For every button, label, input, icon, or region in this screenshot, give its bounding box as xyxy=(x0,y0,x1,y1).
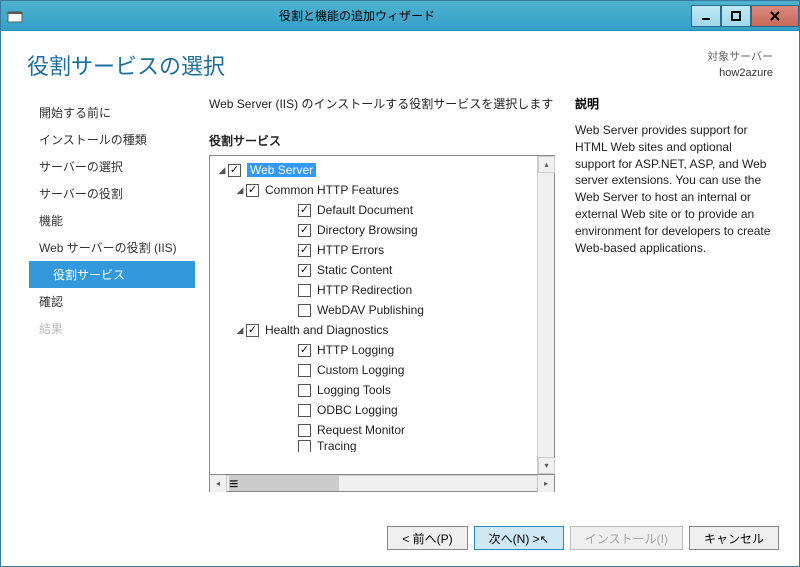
scroll-left-arrow[interactable]: ◂ xyxy=(210,475,227,492)
checkbox[interactable]: ✓ xyxy=(298,264,311,277)
tree-node-label[interactable]: Web Server xyxy=(247,163,316,177)
tree-row[interactable]: ◢✓ Health and Diagnostics xyxy=(210,320,537,340)
tree-row[interactable]: HTTP Redirection xyxy=(210,280,537,300)
wizard-window: 役割と機能の追加ウィザード 役割サービスの選択 対象サーバー how2azure… xyxy=(0,0,800,567)
tree-node-label[interactable]: Default Document xyxy=(317,203,413,217)
sidebar-item[interactable]: サーバーの役割 xyxy=(25,180,195,207)
tree-node-label[interactable]: ODBC Logging xyxy=(317,403,398,417)
scroll-thumb[interactable]: ≡ xyxy=(229,476,339,491)
tree-node-label[interactable]: Common HTTP Features xyxy=(265,183,399,197)
scroll-right-arrow[interactable]: ▸ xyxy=(537,475,554,492)
sidebar-item[interactable]: Web サーバーの役割 (IIS) xyxy=(25,234,195,261)
center-column: Web Server (IIS) のインストールする役割サービスを選択します 役… xyxy=(195,95,575,516)
tree-node-label[interactable]: Tracing xyxy=(317,440,357,452)
install-button: インストール(I) xyxy=(570,526,683,550)
sidebar-item[interactable]: 開始する前に xyxy=(25,99,195,126)
instruction-text: Web Server (IIS) のインストールする役割サービスを選択します xyxy=(209,95,555,112)
checkbox[interactable] xyxy=(298,384,311,397)
tree-row[interactable]: ODBC Logging xyxy=(210,400,537,420)
description-body: Web Server provides support for HTML Web… xyxy=(575,122,775,256)
checkbox[interactable] xyxy=(298,424,311,437)
next-button[interactable]: 次へ(N) >↖ xyxy=(474,526,564,550)
checkbox[interactable]: ✓ xyxy=(228,164,241,177)
tree-node-label[interactable]: Health and Diagnostics xyxy=(265,323,388,337)
maximize-button[interactable] xyxy=(721,5,751,27)
expander-icon[interactable]: ◢ xyxy=(216,165,228,176)
tree-row[interactable]: ◢✓ Common HTTP Features xyxy=(210,180,537,200)
tree-node-label[interactable]: HTTP Errors xyxy=(317,243,384,257)
horizontal-scrollbar[interactable]: ◂ ≡ ▸ xyxy=(209,475,555,492)
body: 役割サービスの選択 対象サーバー how2azure 開始する前にインストールの… xyxy=(1,31,799,566)
tree-row[interactable]: ✓ HTTP Errors xyxy=(210,240,537,260)
checkbox[interactable]: ✓ xyxy=(246,184,259,197)
expander-icon[interactable]: ◢ xyxy=(234,185,246,196)
checkbox[interactable] xyxy=(298,304,311,317)
tree-row[interactable]: ✓ Directory Browsing xyxy=(210,220,537,240)
header-row: 役割サービスの選択 対象サーバー how2azure xyxy=(1,31,799,95)
tree-node-label[interactable]: Static Content xyxy=(317,263,392,277)
checkbox[interactable] xyxy=(298,440,311,452)
page-title: 役割サービスの選択 xyxy=(27,49,225,81)
cursor-icon: ↖ xyxy=(540,534,549,546)
scroll-up-arrow[interactable]: ▴ xyxy=(538,156,555,173)
target-server-name: how2azure xyxy=(707,66,773,81)
roles-tree[interactable]: ◢✓Web Server◢✓Common HTTP Features✓Defau… xyxy=(210,156,537,474)
close-button[interactable] xyxy=(751,5,799,27)
tree-node-label[interactable]: WebDAV Publishing xyxy=(317,303,424,317)
minimize-button[interactable] xyxy=(691,5,721,27)
wizard-sidebar: 開始する前にインストールの種類サーバーの選択サーバーの役割機能Web サーバーの… xyxy=(25,95,195,516)
sidebar-item[interactable]: 機能 xyxy=(25,207,195,234)
sidebar-item[interactable]: 確認 xyxy=(25,288,195,315)
checkbox[interactable] xyxy=(298,404,311,417)
sidebar-item[interactable]: 役割サービス xyxy=(29,261,195,288)
tree-node-label[interactable]: Request Monitor xyxy=(317,423,405,437)
prev-button[interactable]: < 前へ(P) xyxy=(387,526,467,550)
sidebar-item: 結果 xyxy=(25,315,195,342)
checkbox[interactable]: ✓ xyxy=(298,224,311,237)
scroll-down-arrow[interactable]: ▾ xyxy=(538,457,555,474)
sidebar-item[interactable]: サーバーの選択 xyxy=(25,153,195,180)
checkbox[interactable]: ✓ xyxy=(298,244,311,257)
description-column: 説明 Web Server provides support for HTML … xyxy=(575,95,775,516)
description-heading: 説明 xyxy=(575,95,775,112)
checkbox[interactable]: ✓ xyxy=(246,324,259,337)
tree-row[interactable]: ✓ Static Content xyxy=(210,260,537,280)
tree-row[interactable]: Request Monitor xyxy=(210,420,537,440)
tree-row[interactable]: WebDAV Publishing xyxy=(210,300,537,320)
app-icon xyxy=(7,9,23,23)
cancel-button[interactable]: キャンセル xyxy=(689,526,779,550)
tree-row[interactable]: ✓ HTTP Logging xyxy=(210,340,537,360)
tree-node-label[interactable]: Logging Tools xyxy=(317,383,391,397)
roles-tree-box: ◢✓Web Server◢✓Common HTTP Features✓Defau… xyxy=(209,155,555,475)
expander-icon[interactable]: ◢ xyxy=(234,325,246,336)
tree-row[interactable]: ◢✓ Web Server xyxy=(210,160,537,180)
target-server-label: 対象サーバー xyxy=(707,50,773,65)
titlebar: 役割と機能の追加ウィザード xyxy=(1,1,799,31)
tree-row[interactable]: Tracing xyxy=(210,440,537,452)
main-row: 開始する前にインストールの種類サーバーの選択サーバーの役割機能Web サーバーの… xyxy=(1,95,799,516)
tree-row[interactable]: ✓ Default Document xyxy=(210,200,537,220)
checkbox[interactable]: ✓ xyxy=(298,204,311,217)
window-title: 役割と機能の追加ウィザード xyxy=(23,7,691,24)
button-row: < 前へ(P) 次へ(N) >↖ インストール(I) キャンセル xyxy=(1,516,799,566)
checkbox[interactable] xyxy=(298,364,311,377)
vertical-scrollbar[interactable]: ▴ ▾ xyxy=(537,156,554,474)
window-buttons xyxy=(691,5,799,27)
tree-node-label[interactable]: Directory Browsing xyxy=(317,223,418,237)
checkbox[interactable]: ✓ xyxy=(298,344,311,357)
tree-row[interactable]: Logging Tools xyxy=(210,380,537,400)
tree-node-label[interactable]: Custom Logging xyxy=(317,363,404,377)
sidebar-item[interactable]: インストールの種類 xyxy=(25,126,195,153)
checkbox[interactable] xyxy=(298,284,311,297)
roles-heading: 役割サービス xyxy=(209,132,555,149)
tree-row[interactable]: Custom Logging xyxy=(210,360,537,380)
target-server-block: 対象サーバー how2azure xyxy=(707,50,773,81)
tree-node-label[interactable]: HTTP Redirection xyxy=(317,283,412,297)
tree-node-label[interactable]: HTTP Logging xyxy=(317,343,394,357)
